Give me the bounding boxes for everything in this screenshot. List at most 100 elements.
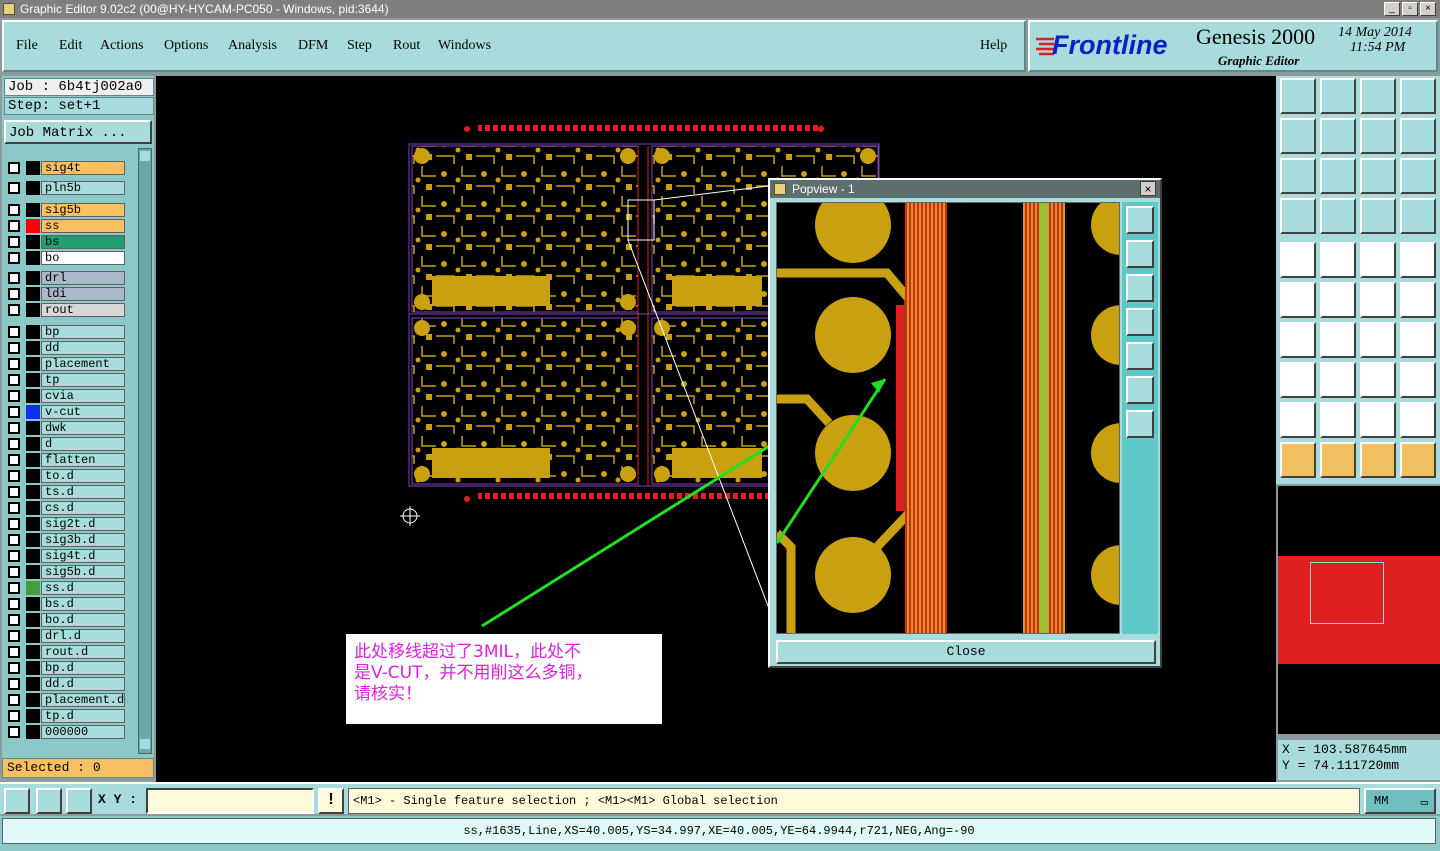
arc-icon[interactable] <box>1360 322 1396 358</box>
layer-checkbox[interactable] <box>8 182 20 194</box>
layer-checkbox[interactable] <box>8 252 20 264</box>
add-surface-icon[interactable] <box>1320 242 1356 278</box>
layer-up-icon[interactable] <box>1360 198 1396 234</box>
scale-icon[interactable] <box>1400 402 1436 438</box>
popview-zoom-out-icon[interactable] <box>1126 410 1154 438</box>
layer-name[interactable]: drl.d <box>41 629 125 643</box>
layer-name[interactable]: sig5b <box>41 203 125 217</box>
select-box-icon[interactable] <box>1320 442 1356 478</box>
cross-select-icon[interactable] <box>1320 282 1356 318</box>
layer-name[interactable]: placement <box>41 357 125 371</box>
layer-checkbox[interactable] <box>8 662 20 674</box>
layer-row-sig3b-d[interactable]: sig3b.d <box>4 532 128 548</box>
menu-actions[interactable]: Actions <box>100 38 144 54</box>
layer-color-swatch[interactable] <box>26 581 40 595</box>
layer-name[interactable]: bs <box>41 235 125 249</box>
layer-row-ss[interactable]: ss <box>4 218 128 234</box>
xy-input[interactable] <box>146 788 314 814</box>
route-icon[interactable] <box>1400 442 1436 478</box>
layer-checkbox[interactable] <box>8 486 20 498</box>
layer-name[interactable]: sig3b.d <box>41 533 125 547</box>
layer-color-swatch[interactable] <box>26 303 40 317</box>
layer-checkbox[interactable] <box>8 582 20 594</box>
layer-name[interactable]: tp.d <box>41 709 125 723</box>
layer-row-flatten[interactable]: flatten <box>4 452 128 468</box>
rotate-icon[interactable] <box>1360 402 1396 438</box>
layer-name[interactable]: pln5b <box>41 181 125 195</box>
zoom-1-1-icon[interactable] <box>1360 158 1396 194</box>
layer-color-swatch[interactable] <box>26 629 40 643</box>
window-split-icon[interactable] <box>1400 78 1436 114</box>
overview-map[interactable] <box>1278 486 1440 734</box>
scroll-down-arrow-icon[interactable] <box>140 739 150 749</box>
layer-checkbox[interactable] <box>8 438 20 450</box>
layer-checkbox[interactable] <box>8 566 20 578</box>
probe-icon[interactable] <box>1320 198 1356 234</box>
layer-row-to-d[interactable]: to.d <box>4 468 128 484</box>
layer-name[interactable]: ts.d <box>41 485 125 499</box>
layer-color-swatch[interactable] <box>26 677 40 691</box>
layer-row-bo[interactable]: bo <box>4 250 128 266</box>
popview-pan-left-icon[interactable] <box>1126 308 1154 336</box>
menu-help[interactable]: Help <box>980 38 1007 54</box>
cut-icon[interactable] <box>1320 362 1356 398</box>
grid-icon[interactable] <box>66 788 92 814</box>
layer-name[interactable]: bp <box>41 325 125 339</box>
layer-color-swatch[interactable] <box>26 357 40 371</box>
select-net-icon[interactable] <box>1360 442 1396 478</box>
layer-color-swatch[interactable] <box>26 203 40 217</box>
layer-checkbox[interactable] <box>8 288 20 300</box>
layer-row-placement[interactable]: placement <box>4 356 128 372</box>
menu-dfm[interactable]: DFM <box>298 38 328 54</box>
layer-checkbox[interactable] <box>8 162 20 174</box>
units-select[interactable]: MM ▭ <box>1364 788 1436 814</box>
menu-options[interactable]: Options <box>164 38 208 54</box>
layer-name[interactable]: sig4t.d <box>41 549 125 563</box>
layer-color-swatch[interactable] <box>26 549 40 563</box>
layer-scrollbar[interactable] <box>138 148 152 754</box>
layer-row-000000[interactable]: 000000 <box>4 724 128 740</box>
layer-name[interactable]: bp.d <box>41 661 125 675</box>
layer-color-swatch[interactable] <box>26 533 40 547</box>
layer-row-cs-d[interactable]: cs.d <box>4 500 128 516</box>
layer-name[interactable]: rout <box>41 303 125 317</box>
layer-color-swatch[interactable] <box>26 389 40 403</box>
layer-checkbox[interactable] <box>8 390 20 402</box>
layer-checkbox[interactable] <box>8 646 20 658</box>
layer-name[interactable]: bs.d <box>41 597 125 611</box>
layer-name[interactable]: cs.d <box>41 501 125 515</box>
layer-checkbox[interactable] <box>8 358 20 370</box>
add-text-icon[interactable] <box>1360 242 1396 278</box>
layer-checkbox[interactable] <box>8 534 20 546</box>
menu-windows[interactable]: Windows <box>438 38 491 54</box>
layer-color-swatch[interactable] <box>26 661 40 675</box>
menu-analysis[interactable]: Analysis <box>228 38 277 54</box>
resize-icon[interactable] <box>1360 362 1396 398</box>
layer-row-rout[interactable]: rout <box>4 302 128 318</box>
home-icon[interactable] <box>1360 78 1396 114</box>
layer-down-icon[interactable] <box>1400 198 1436 234</box>
layer-row-rout-d[interactable]: rout.d <box>4 644 128 660</box>
close-window-button[interactable]: × <box>1420 2 1436 16</box>
layer-name[interactable]: bo.d <box>41 613 125 627</box>
layer-name[interactable]: ss.d <box>41 581 125 595</box>
layer-color-swatch[interactable] <box>26 325 40 339</box>
pointer-icon[interactable] <box>1280 442 1316 478</box>
menu-rout[interactable]: Rout <box>393 38 420 54</box>
layer-color-swatch[interactable] <box>26 565 40 579</box>
menu-edit[interactable]: Edit <box>59 38 82 54</box>
minimize-button[interactable]: _ <box>1384 2 1400 16</box>
layer-checkbox[interactable] <box>8 694 20 706</box>
angle-icon[interactable] <box>1280 322 1316 358</box>
layer-name[interactable]: dwk <box>41 421 125 435</box>
layer-row-bs[interactable]: bs <box>4 234 128 250</box>
measure-tool-icon[interactable] <box>1280 198 1316 234</box>
layer-row-cvia[interactable]: cvia <box>4 388 128 404</box>
layer-row-drl[interactable]: drl <box>4 270 128 286</box>
job-matrix-button[interactable]: Job Matrix ... <box>4 120 152 144</box>
export-icon[interactable] <box>1320 118 1356 154</box>
layer-row-bs-d[interactable]: bs.d <box>4 596 128 612</box>
fit-all-icon[interactable] <box>1280 158 1316 194</box>
menu-step[interactable]: Step <box>347 38 372 54</box>
layer-row-dd-d[interactable]: dd.d <box>4 676 128 692</box>
